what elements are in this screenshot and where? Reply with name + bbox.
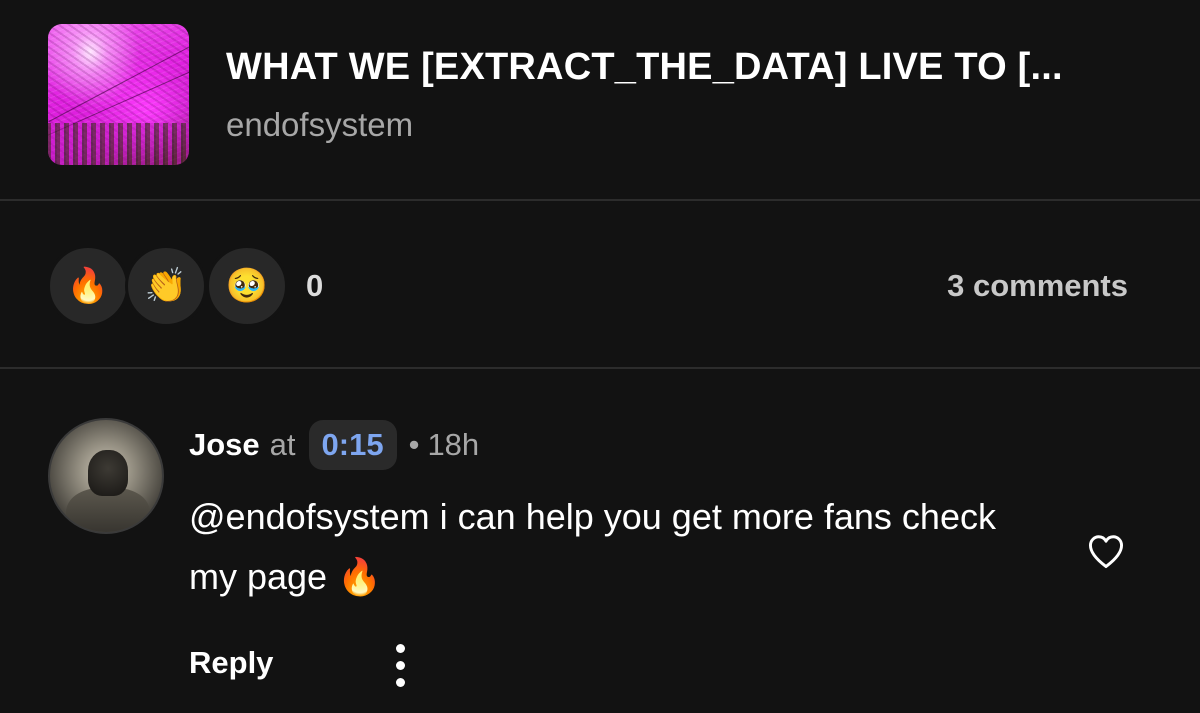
comment-meta: Jose at 0:15 • 18h	[189, 420, 479, 470]
artist-name[interactable]: endofsystem	[226, 106, 413, 144]
separator-dot: •	[408, 427, 420, 462]
heart-outline-icon	[1088, 535, 1124, 569]
like-button[interactable]	[1082, 527, 1130, 575]
holding-back-tears-emoji-icon: 🥹	[225, 266, 269, 306]
more-dot	[395, 643, 405, 653]
comment-username[interactable]: Jose	[189, 427, 260, 463]
track-artwork[interactable]	[48, 24, 189, 165]
divider	[0, 367, 1200, 369]
avatar[interactable]	[48, 418, 164, 534]
more-dot	[395, 677, 405, 687]
clapping-hands-emoji-icon: 👏	[144, 266, 188, 306]
comment-text: @endofsystem i can help you get more fan…	[189, 487, 1009, 608]
fire-emoji-icon: 🔥	[66, 266, 110, 306]
divider	[0, 199, 1200, 201]
track-header: WHAT WE [EXTRACT_THE_DATA] LIVE TO [... …	[0, 0, 1200, 200]
fire-emoji-icon: 🔥	[337, 557, 382, 598]
more-dot	[395, 660, 405, 670]
reaction-clap-button[interactable]: 👏	[125, 245, 207, 327]
reaction-count: 0	[306, 268, 324, 303]
comment-timestamp-link[interactable]: 0:15	[308, 420, 397, 470]
comment-at-label: at	[269, 427, 296, 462]
artwork-ground	[48, 123, 189, 165]
comments-panel: WHAT WE [EXTRACT_THE_DATA] LIVE TO [... …	[0, 0, 1200, 713]
more-options-button[interactable]	[382, 640, 418, 690]
reaction-fire-button[interactable]: 🔥	[47, 245, 129, 327]
comments-count[interactable]: 3 comments	[947, 268, 1128, 304]
comment-text-content: @endofsystem i can help you get more fan…	[189, 496, 996, 597]
reaction-tears-button[interactable]: 🥹	[206, 245, 288, 327]
reply-button[interactable]: Reply	[189, 645, 273, 681]
track-title[interactable]: WHAT WE [EXTRACT_THE_DATA] LIVE TO [...	[226, 46, 1176, 89]
comment-age: 18h	[427, 427, 480, 462]
avatar-figure	[88, 450, 128, 496]
